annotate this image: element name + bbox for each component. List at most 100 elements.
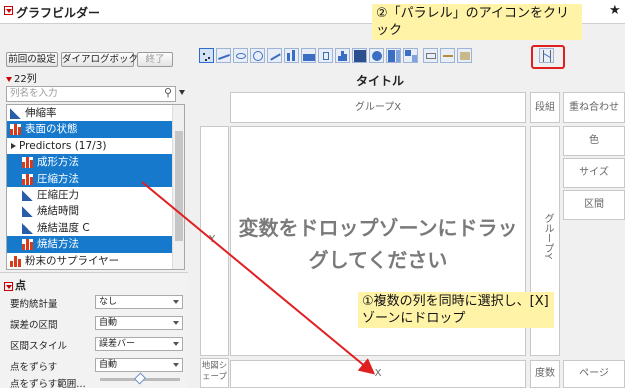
- search-icon: ⚲: [163, 86, 172, 99]
- column-label: 粉末のサプライヤー: [25, 254, 120, 267]
- points-icon[interactable]: [199, 48, 214, 63]
- color-zone[interactable]: 色: [563, 126, 625, 156]
- list-item[interactable]: 圧縮方法: [7, 170, 184, 187]
- histogram-icon[interactable]: [335, 48, 350, 63]
- x-zone-label: X: [374, 368, 382, 379]
- scrollbar-thumb[interactable]: [175, 131, 183, 241]
- column-count: 22列: [6, 70, 37, 85]
- line-icon[interactable]: [267, 48, 282, 63]
- list-item[interactable]: 粉末のサプライヤー: [7, 253, 184, 269]
- red-triangle-menu-icon[interactable]: [4, 281, 13, 291]
- continuous-icon: [22, 206, 33, 218]
- map-icon[interactable]: [457, 48, 472, 63]
- interval-label: 区間: [584, 199, 604, 210]
- column-label: 伸縮率: [25, 107, 57, 119]
- continuous-icon: [22, 222, 33, 234]
- group-x-label: グループX: [354, 102, 402, 113]
- pie-icon[interactable]: [369, 48, 384, 63]
- window-title: グラフビルダー: [16, 6, 101, 20]
- nominal-icon: [22, 157, 33, 169]
- done-button[interactable]: 終了: [137, 52, 173, 67]
- jitter-label: 点をずらす: [10, 362, 58, 373]
- overlay-label: 重ね合わせ: [569, 102, 619, 113]
- column-label: 表面の状態: [25, 123, 78, 136]
- wrap-label: 段組: [535, 102, 555, 113]
- ellipse-icon[interactable]: [233, 48, 248, 63]
- search-placeholder: 列名を入力: [10, 88, 58, 99]
- star-icon[interactable]: ★: [609, 3, 621, 18]
- area-icon[interactable]: [301, 48, 316, 63]
- jitter-range-label: 点をずらす範囲…: [10, 379, 86, 388]
- formula-icon[interactable]: [440, 48, 455, 63]
- group-label: Predictors (17/3): [19, 139, 107, 152]
- overlay-zone[interactable]: 重ね合わせ: [563, 92, 625, 123]
- map-shape-zone[interactable]: 地図シェープ: [200, 358, 229, 388]
- page-label: ページ: [579, 368, 609, 379]
- annotation-step2: ②「パラレル」のアイコンをクリック: [372, 4, 582, 40]
- x-zone[interactable]: X: [230, 360, 526, 388]
- list-item[interactable]: 焼結方法: [7, 236, 184, 253]
- contour-icon[interactable]: [250, 48, 265, 63]
- column-search-input[interactable]: 列名を入力 ⚲: [6, 86, 176, 102]
- annotation-step1: ①複数の列を同時に選択し、[X]ゾーンにドロップ: [358, 292, 554, 328]
- freq-label: 度数: [535, 368, 555, 379]
- column-label: 成形方法: [37, 156, 79, 169]
- heatmap-icon[interactable]: [352, 48, 367, 63]
- dialog-box-button[interactable]: ダイアログボックス: [61, 52, 147, 67]
- size-label: サイズ: [579, 167, 609, 178]
- caption-box-icon[interactable]: [423, 48, 438, 63]
- drop-instruction-text: 変数をドロップゾーンにドラッグしてください: [238, 216, 518, 272]
- nominal-icon: [10, 124, 21, 136]
- red-triangle-menu-icon[interactable]: [4, 6, 13, 15]
- mosaic-icon[interactable]: [403, 48, 418, 63]
- list-item[interactable]: 表面の状態: [7, 121, 184, 138]
- column-label: 焼結時間: [37, 205, 79, 218]
- jitter-select[interactable]: 自動: [95, 358, 183, 372]
- color-label: 色: [589, 135, 599, 146]
- nominal-icon: [22, 239, 33, 251]
- point-section-header[interactable]: 点: [4, 277, 26, 293]
- search-options-dropdown-icon[interactable]: [179, 90, 185, 95]
- summary-stat-label: 要約統計量: [10, 299, 58, 310]
- wrap-zone[interactable]: 段組: [530, 92, 560, 123]
- group-x-zone[interactable]: グループX: [230, 92, 526, 123]
- smoother-icon[interactable]: [216, 48, 231, 63]
- continuous-icon: [10, 108, 21, 119]
- column-label: 焼結温度 C: [37, 221, 90, 234]
- y-zone-label: Y: [209, 234, 216, 245]
- treemap-icon[interactable]: [386, 48, 401, 63]
- column-list: 伸縮率 表面の状態 Predictors (17/3) 成形方法 圧縮方法 圧縮…: [6, 104, 185, 270]
- nominal-icon: [10, 255, 21, 267]
- chart-title[interactable]: タイトル: [356, 72, 404, 89]
- list-item[interactable]: 伸縮率: [7, 105, 184, 121]
- prev-settings-button[interactable]: 前回の設定: [6, 52, 58, 67]
- column-count-label: 22列: [14, 74, 37, 85]
- column-label: 焼結方法: [37, 238, 79, 251]
- list-item[interactable]: 成形方法: [7, 154, 184, 171]
- list-item[interactable]: 焼結時間: [7, 203, 184, 219]
- group-y-label: グループY: [542, 213, 553, 260]
- list-item[interactable]: 圧縮圧力: [7, 187, 184, 203]
- scrollbar[interactable]: [172, 105, 184, 269]
- error-interval-select[interactable]: 自動: [95, 316, 183, 330]
- list-group[interactable]: Predictors (17/3): [7, 138, 184, 154]
- list-item[interactable]: 焼結温度 C: [7, 220, 184, 236]
- error-interval-label: 誤差の区間: [10, 320, 58, 331]
- size-zone[interactable]: サイズ: [563, 158, 625, 188]
- interval-style-label: 区間スタイル: [10, 341, 68, 352]
- column-label: 圧縮圧力: [37, 188, 79, 201]
- interval-zone[interactable]: 区間: [563, 190, 625, 220]
- disclosure-icon[interactable]: [11, 142, 16, 149]
- page-zone[interactable]: ページ: [563, 360, 625, 388]
- jitter-range-slider[interactable]: [100, 372, 180, 385]
- interval-style-select[interactable]: 誤差バー: [95, 337, 183, 351]
- red-triangle-icon[interactable]: [6, 76, 12, 82]
- point-header-label: 点: [15, 279, 26, 292]
- bar-icon[interactable]: [284, 48, 299, 63]
- freq-zone[interactable]: 度数: [530, 360, 560, 388]
- summary-stat-select[interactable]: なし: [95, 295, 183, 309]
- parallel-highlight-box: [531, 45, 565, 69]
- boxplot-icon[interactable]: [318, 48, 333, 63]
- map-shape-label: 地図シェープ: [201, 361, 228, 382]
- column-label: 圧縮方法: [37, 172, 79, 185]
